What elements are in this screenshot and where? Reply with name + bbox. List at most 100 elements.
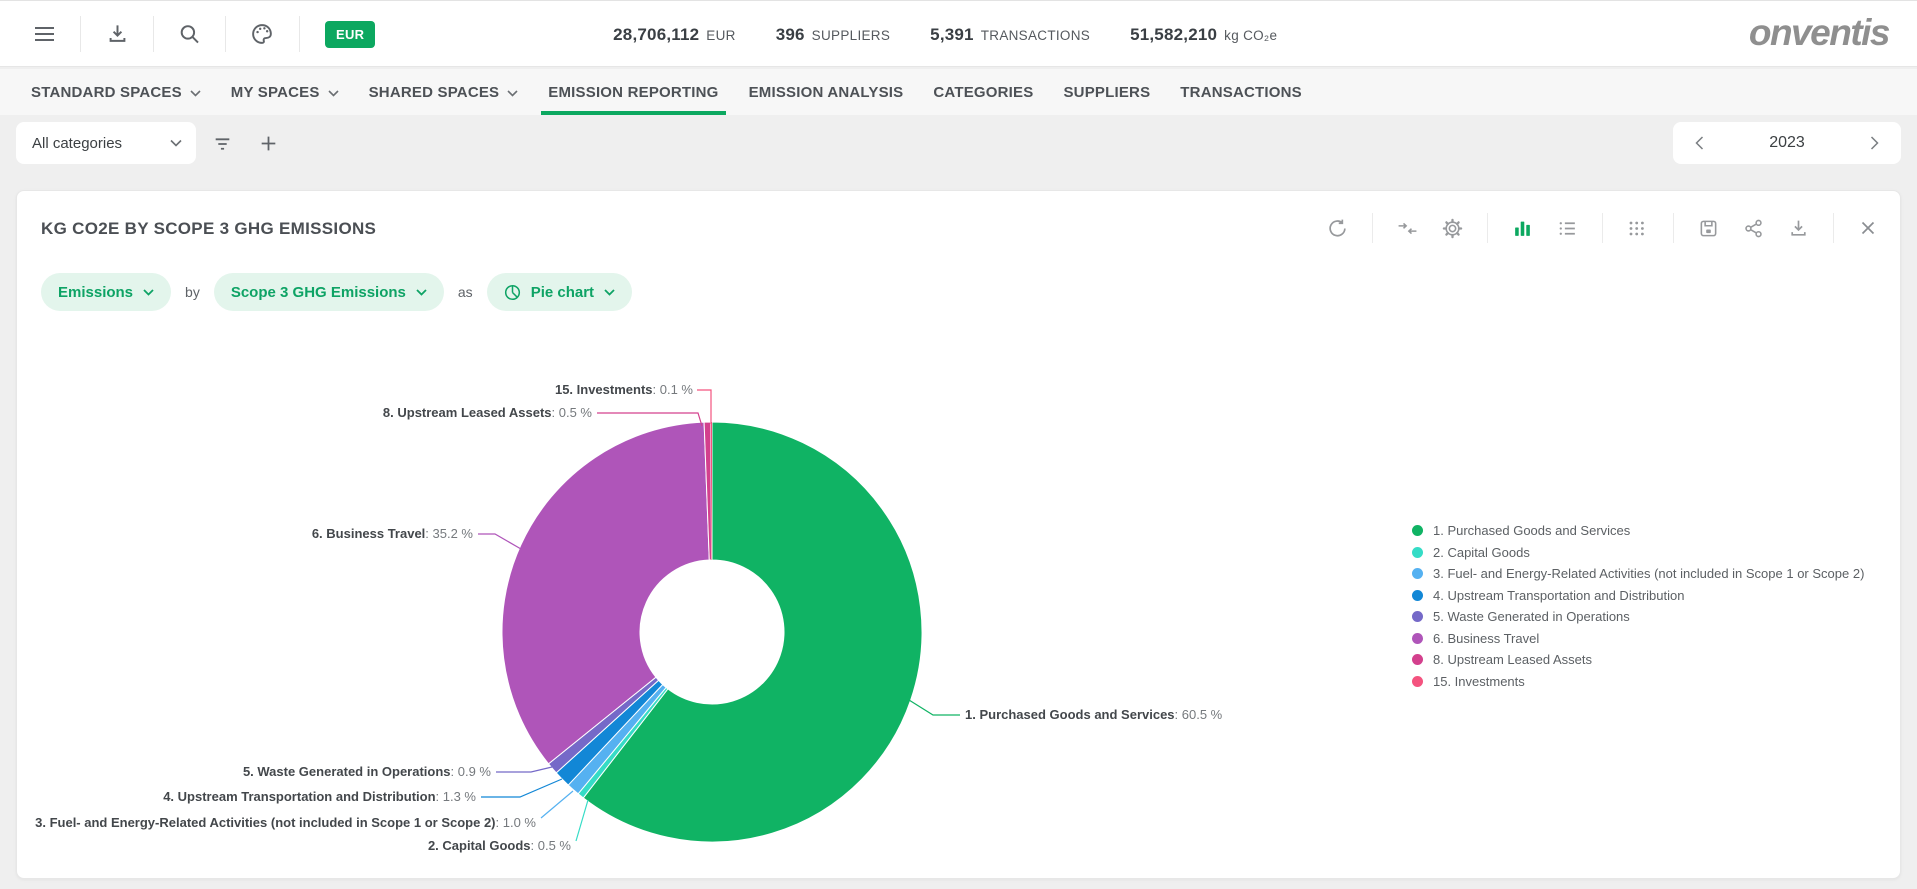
widget-toolbar <box>1327 213 1878 243</box>
share-icon[interactable] <box>1743 218 1764 239</box>
close-icon[interactable] <box>1858 218 1878 238</box>
widget-title: KG CO2E BY SCOPE 3 GHG EMISSIONS <box>41 219 376 239</box>
stat-co2e-value: 51,582,210 <box>1130 25 1217 45</box>
divider <box>1487 213 1488 243</box>
query-builder: Emissions by Scope 3 GHG Emissions as Pi… <box>41 273 632 311</box>
filter-bar: All categories 2023 <box>0 115 1917 178</box>
nav-tab-standard-spaces[interactable]: STANDARD SPACES <box>16 69 216 115</box>
chart-type-value: Pie chart <box>531 284 594 301</box>
chart-type-select[interactable]: Pie chart <box>487 273 632 311</box>
query-as-label: as <box>458 284 473 300</box>
legend-dot <box>1412 547 1423 558</box>
legend-dot <box>1412 590 1423 601</box>
stat-transactions-unit: TRANSACTIONS <box>981 28 1090 43</box>
search-icon[interactable] <box>178 22 201 45</box>
dimension-select[interactable]: Scope 3 GHG Emissions <box>214 273 444 311</box>
stat-transactions-value: 5,391 <box>930 25 974 45</box>
header-stats: 28,706,112 EUR 396 SUPPLIERS 5,391 TRANS… <box>613 1 1277 68</box>
stat-spend: 28,706,112 EUR <box>613 25 736 45</box>
legend-item-waste-operations[interactable]: 5. Waste Generated in Operations <box>1412 606 1864 628</box>
list-view-icon[interactable] <box>1557 218 1578 239</box>
nav-tab-label: CATEGORIES <box>933 84 1033 101</box>
palette-icon[interactable] <box>250 22 274 46</box>
chevron-down-icon <box>507 90 518 97</box>
legend-item-fuel-energy[interactable]: 3. Fuel- and Energy-Related Activities (… <box>1412 563 1864 585</box>
chevron-down-icon <box>170 139 182 147</box>
divider <box>1833 213 1834 243</box>
stat-spend-value: 28,706,112 <box>613 25 699 45</box>
filter-icon[interactable] <box>212 133 233 154</box>
onventis-logo: onventis <box>1749 12 1889 54</box>
category-select-value: All categories <box>32 135 122 152</box>
add-icon[interactable] <box>258 133 279 154</box>
pie-chart-icon <box>504 284 521 301</box>
bar-chart-view-icon[interactable] <box>1512 218 1533 239</box>
app-header: EUR 28,706,112 EUR 396 SUPPLIERS 5,391 T… <box>0 0 1917 67</box>
stat-co2e: 51,582,210 kg CO₂e <box>1130 25 1277 45</box>
year-value: 2023 <box>1769 134 1805 152</box>
nav-tab-label: STANDARD SPACES <box>31 84 182 101</box>
nav-tab-my-spaces[interactable]: MY SPACES <box>216 69 354 115</box>
chevron-down-icon <box>604 289 615 296</box>
stat-co2e-unit: kg CO₂e <box>1224 28 1277 43</box>
next-year-icon[interactable] <box>1866 132 1883 154</box>
divider <box>1673 213 1674 243</box>
menu-icon[interactable] <box>32 21 57 46</box>
nav-tab-categories[interactable]: CATEGORIES <box>918 69 1048 115</box>
divider <box>153 16 154 52</box>
legend-item-upstream-transportation[interactable]: 4. Upstream Transportation and Distribut… <box>1412 585 1864 607</box>
legend-dot <box>1412 611 1423 622</box>
nav-tab-label: EMISSION ANALYSIS <box>749 84 904 101</box>
chevron-down-icon <box>143 289 154 296</box>
nav-tab-transactions[interactable]: TRANSACTIONS <box>1165 69 1317 115</box>
nav-tab-label: MY SPACES <box>231 84 320 101</box>
stat-suppliers: 396 SUPPLIERS <box>776 25 890 45</box>
legend-dot <box>1412 568 1423 579</box>
divider <box>299 16 300 52</box>
stat-spend-unit: EUR <box>706 28 735 43</box>
stat-transactions: 5,391 TRANSACTIONS <box>930 25 1090 45</box>
category-select[interactable]: All categories <box>16 122 196 164</box>
nav-tab-label: EMISSION REPORTING <box>548 84 718 101</box>
download-widget-icon[interactable] <box>1788 218 1809 239</box>
legend-item-business-travel[interactable]: 6. Business Travel <box>1412 628 1864 650</box>
chart-legend: 1. Purchased Goods and Services 2. Capit… <box>1412 520 1864 692</box>
refresh-icon[interactable] <box>1327 218 1348 239</box>
metric-select[interactable]: Emissions <box>41 273 171 311</box>
chevron-down-icon <box>416 289 427 296</box>
legend-item-purchased-goods[interactable]: 1. Purchased Goods and Services <box>1412 520 1864 542</box>
chevron-down-icon <box>328 90 339 97</box>
legend-item-investments[interactable]: 15. Investments <box>1412 671 1864 693</box>
nav-tab-emission-reporting[interactable]: EMISSION REPORTING <box>533 69 733 115</box>
legend-item-capital-goods[interactable]: 2. Capital Goods <box>1412 542 1864 564</box>
collapse-arrows-icon[interactable] <box>1397 218 1418 239</box>
previous-year-icon[interactable] <box>1691 132 1708 154</box>
metric-select-value: Emissions <box>58 284 133 301</box>
nav-tab-suppliers[interactable]: SUPPLIERS <box>1048 69 1165 115</box>
nav-tab-label: TRANSACTIONS <box>1180 84 1302 101</box>
nav-tab-shared-spaces[interactable]: SHARED SPACES <box>354 69 534 115</box>
nav-tab-emission-analysis[interactable]: EMISSION ANALYSIS <box>734 69 919 115</box>
download-icon[interactable] <box>106 22 129 45</box>
stat-suppliers-value: 396 <box>776 25 805 45</box>
year-selector: 2023 <box>1673 122 1901 164</box>
divider <box>1602 213 1603 243</box>
divider <box>225 16 226 52</box>
currency-badge[interactable]: EUR <box>325 21 375 48</box>
stat-suppliers-unit: SUPPLIERS <box>812 28 890 43</box>
dimension-select-value: Scope 3 GHG Emissions <box>231 284 406 301</box>
legend-dot <box>1412 633 1423 644</box>
legend-dot <box>1412 654 1423 665</box>
legend-dot <box>1412 676 1423 687</box>
grid-view-icon[interactable] <box>1627 218 1649 239</box>
save-icon[interactable] <box>1698 218 1719 239</box>
settings-gear-icon[interactable] <box>1442 218 1463 239</box>
nav-tab-label: SHARED SPACES <box>369 84 500 101</box>
legend-dot <box>1412 525 1423 536</box>
chevron-down-icon <box>190 90 201 97</box>
query-by-label: by <box>185 284 200 300</box>
divider <box>1372 213 1373 243</box>
legend-item-upstream-leased[interactable]: 8. Upstream Leased Assets <box>1412 649 1864 671</box>
main-nav: STANDARD SPACES MY SPACES SHARED SPACES … <box>0 69 1917 115</box>
nav-tab-label: SUPPLIERS <box>1063 84 1150 101</box>
